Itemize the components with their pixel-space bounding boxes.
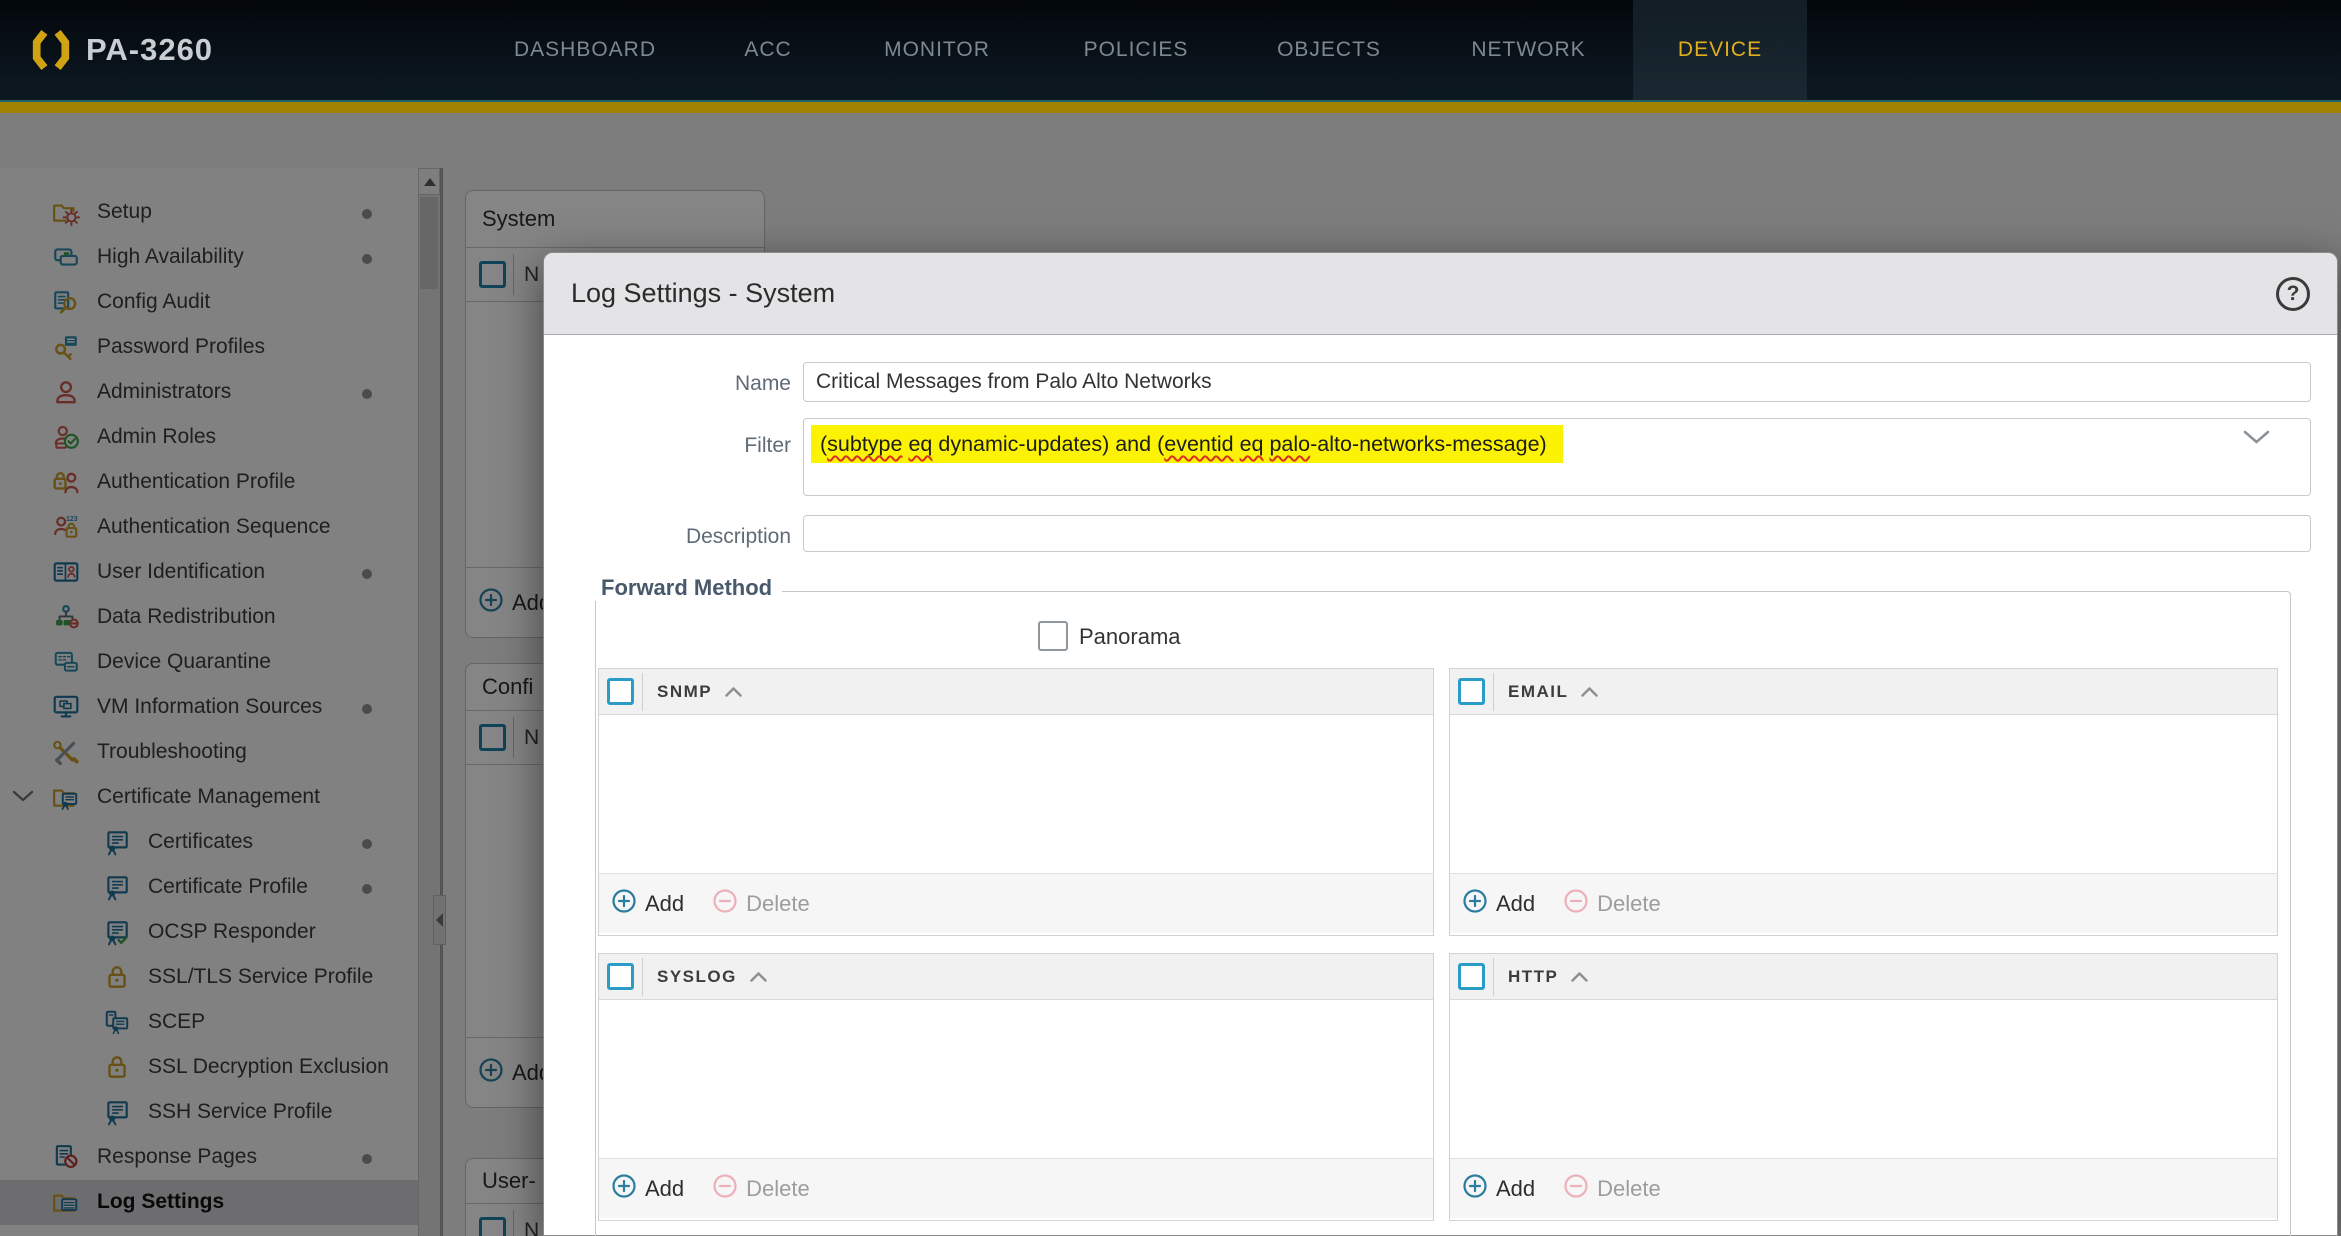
delete-button[interactable]: Delete: [712, 888, 810, 920]
dialog-header: Log Settings - System ?: [544, 253, 2337, 335]
forward-panel-http: HTTP Add Delete: [1449, 953, 2278, 1221]
nav-tab-dashboard[interactable]: DASHBOARD: [497, 0, 673, 100]
panel-footer: Add Delete: [1450, 1158, 2277, 1218]
panel-select-checkbox[interactable]: [1458, 678, 1485, 705]
filter-input[interactable]: (subtype eq dynamic-updates) and (eventi…: [803, 418, 2311, 496]
nav-tab-policies[interactable]: POLICIES: [1071, 0, 1201, 100]
help-icon[interactable]: ?: [2276, 277, 2310, 311]
panel-title: SNMP: [657, 681, 713, 701]
nav-tab-network[interactable]: NETWORK: [1451, 0, 1606, 100]
top-navbar: PA-3260 DASHBOARD ACC MONITOR POLICIES OBJEC…: [0, 0, 2341, 100]
filter-token: dynamic-updates) and (: [932, 432, 1165, 456]
app-screen: PA-3260 DASHBOARD ACC MONITOR POLICIES OBJEC…: [0, 0, 2341, 1236]
nav-tab-objects[interactable]: OBJECTS: [1266, 0, 1392, 100]
circle-minus-icon: [1563, 888, 1589, 920]
device-model-title: PA-3260: [86, 32, 214, 67]
forward-method-legend: Forward Method: [591, 575, 783, 601]
forward-panel-snmp: SNMP Add Delete: [598, 668, 1434, 936]
panel-empty-list: [599, 715, 1433, 873]
description-input[interactable]: [803, 515, 2311, 552]
panel-title: HTTP: [1508, 966, 1559, 986]
panel-header: EMAIL: [1450, 669, 2277, 715]
circle-minus-icon: [712, 1173, 738, 1205]
panel-header: SNMP: [599, 669, 1433, 715]
forward-panel-email: EMAIL Add Delete: [1449, 668, 2278, 936]
header-separator: [642, 957, 643, 996]
panel-title: EMAIL: [1508, 681, 1569, 701]
nav-tab-device[interactable]: DEVICE: [1633, 0, 1807, 100]
circle-minus-icon: [712, 888, 738, 920]
filter-query-highlighted-text: (subtype eq dynamic-updates) and (eventi…: [811, 425, 1563, 463]
panel-empty-list: [1450, 715, 2277, 873]
dialog-title: Log Settings - System: [571, 278, 836, 308]
filter-token-misspelled: eq: [908, 432, 933, 456]
panorama-checkbox[interactable]: [1038, 621, 1068, 651]
filter-dropdown-chevron-icon[interactable]: [2243, 429, 2270, 446]
add-button[interactable]: Add: [1462, 888, 1535, 920]
panorama-label: Panorama: [1079, 624, 1181, 649]
name-input[interactable]: [803, 362, 2311, 402]
circle-plus-icon: [611, 1173, 637, 1205]
panel-header: HTTP: [1450, 954, 2277, 1000]
panel-select-checkbox[interactable]: [1458, 963, 1485, 990]
caret-up-icon[interactable]: [749, 971, 768, 983]
nav-tab-monitor[interactable]: MONITOR: [866, 0, 1008, 100]
filter-token-misspelled: subtype: [827, 432, 903, 456]
filter-token: -alto-networks-message): [1310, 432, 1547, 456]
panel-empty-list: [599, 1000, 1433, 1158]
add-button[interactable]: Add: [611, 888, 684, 920]
nav-tab-acc[interactable]: ACC: [734, 0, 802, 100]
panel-empty-list: [1450, 1000, 2277, 1158]
name-field-label: Name: [734, 372, 791, 395]
filter-field-label: Filter: [744, 434, 791, 457]
circle-plus-icon: [1462, 1173, 1488, 1205]
header-separator: [1493, 957, 1494, 996]
filter-token-misspelled: palo: [1269, 432, 1311, 456]
palo-alto-networks-logo-icon: [32, 30, 70, 70]
panel-header: SYSLOG: [599, 954, 1433, 1000]
description-field-label: Description: [685, 525, 791, 548]
caret-up-icon[interactable]: [1570, 971, 1589, 983]
filter-token-misspelled: eventid: [1164, 432, 1234, 456]
delete-button[interactable]: Delete: [712, 1173, 810, 1205]
filter-token-misspelled: eq: [1239, 432, 1264, 456]
caret-up-icon[interactable]: [724, 686, 743, 698]
circle-minus-icon: [1563, 1173, 1589, 1205]
circle-plus-icon: [611, 888, 637, 920]
panel-footer: Add Delete: [1450, 873, 2277, 933]
header-separator: [642, 672, 643, 711]
panel-footer: Add Delete: [599, 873, 1433, 933]
forward-panel-syslog: SYSLOG Add Delete: [598, 953, 1434, 1221]
caret-up-icon[interactable]: [1580, 686, 1599, 698]
gold-accent-stripe: [0, 100, 2341, 113]
panel-title: SYSLOG: [657, 966, 737, 986]
header-separator: [1493, 672, 1494, 711]
panel-select-checkbox[interactable]: [607, 963, 634, 990]
panel-footer: Add Delete: [599, 1158, 1433, 1218]
panel-select-checkbox[interactable]: [607, 678, 634, 705]
delete-button[interactable]: Delete: [1563, 1173, 1661, 1205]
add-button[interactable]: Add: [1462, 1173, 1535, 1205]
log-settings-system-dialog: Log Settings - System ? Name Filter (sub…: [543, 252, 2338, 1236]
add-button[interactable]: Add: [611, 1173, 684, 1205]
circle-plus-icon: [1462, 888, 1488, 920]
delete-button[interactable]: Delete: [1563, 888, 1661, 920]
